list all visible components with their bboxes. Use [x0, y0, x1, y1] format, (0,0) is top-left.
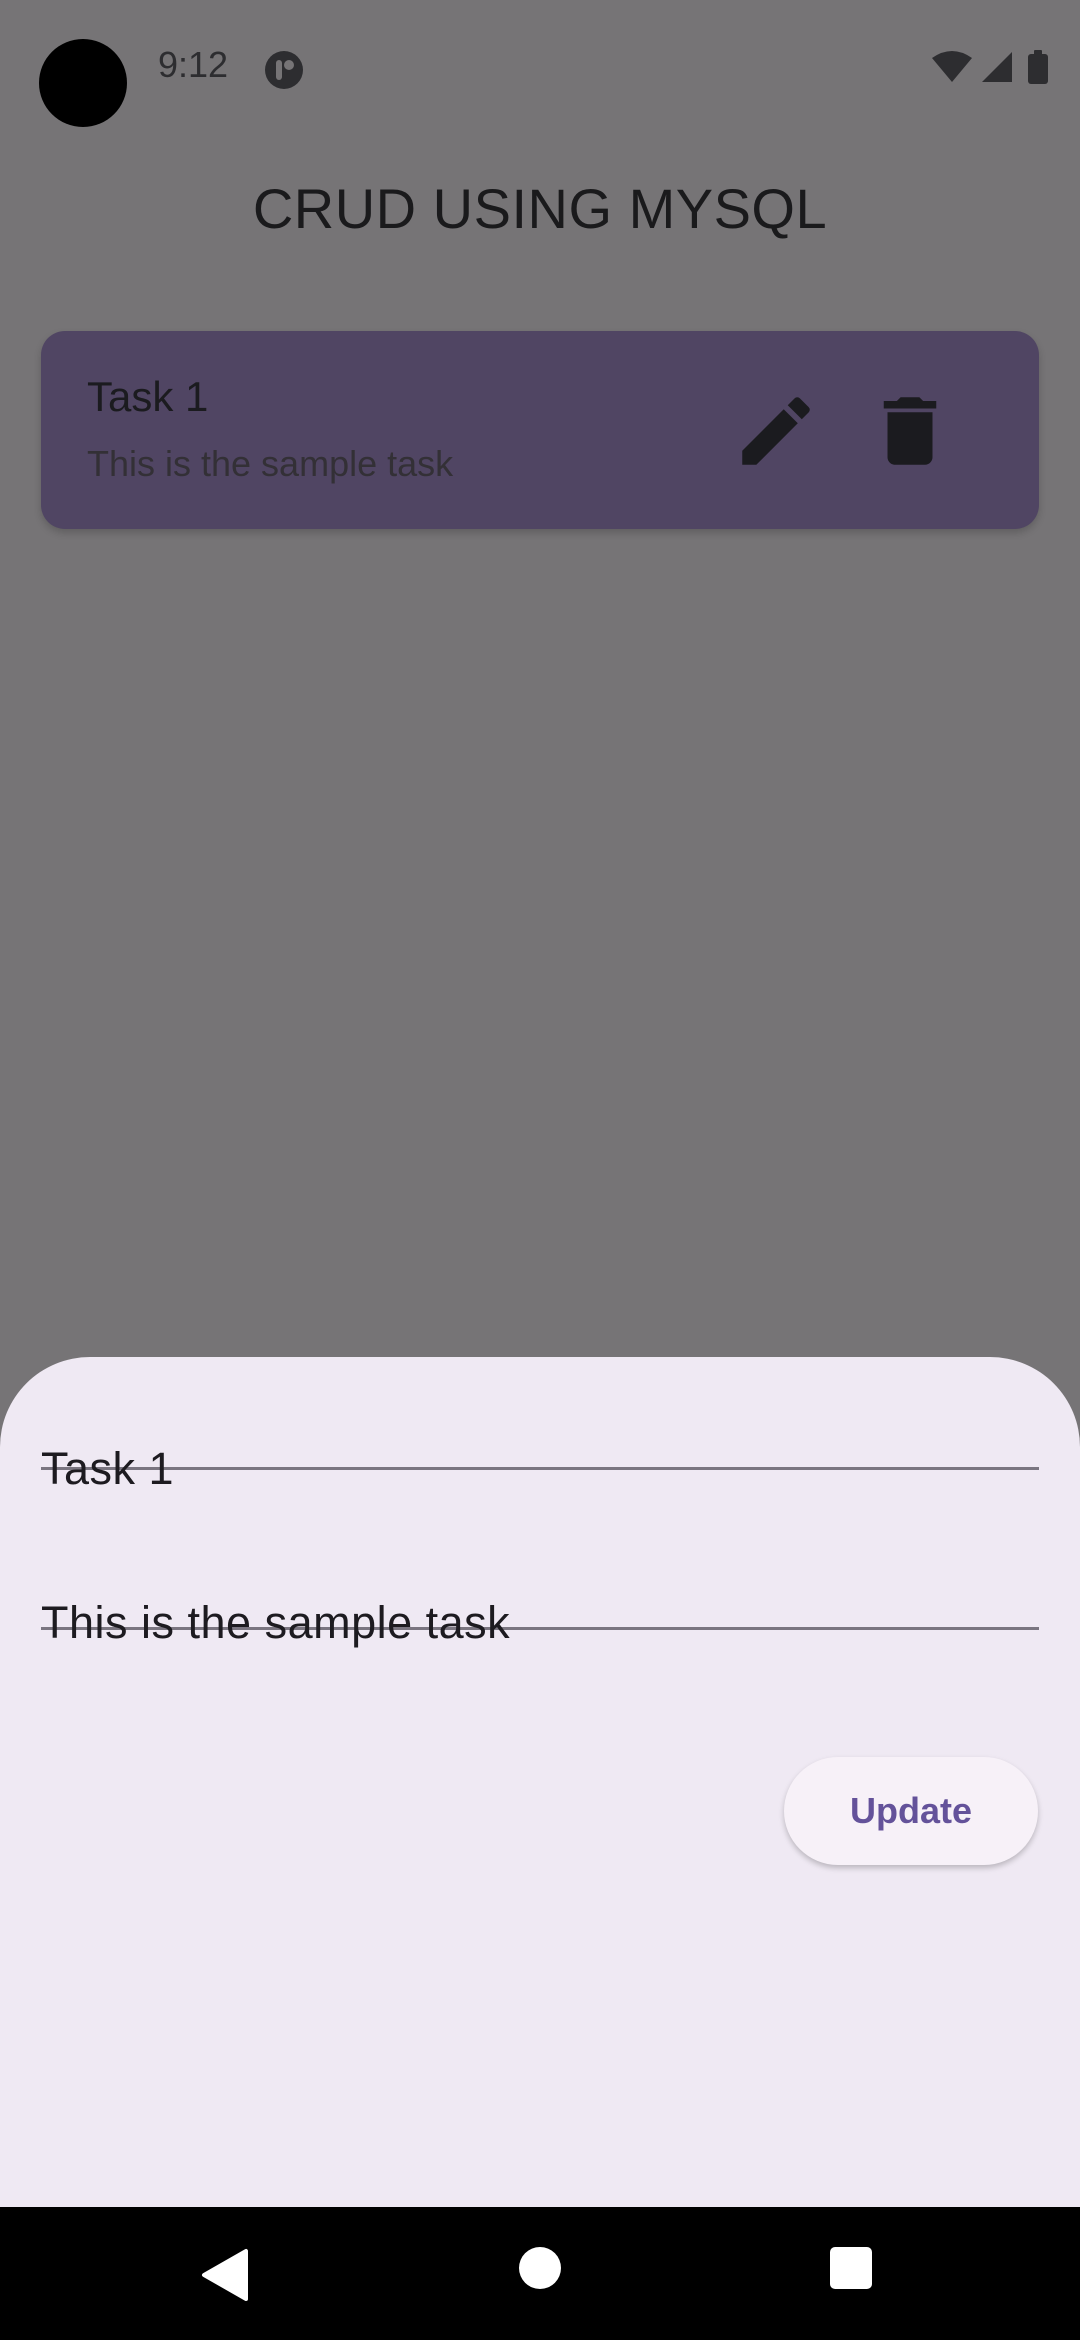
status-bar: 9:12: [0, 0, 1080, 140]
cellular-signal-icon: [982, 52, 1012, 82]
back-icon[interactable]: [200, 2247, 252, 2303]
title-field[interactable]: [41, 1357, 1039, 1497]
description-field[interactable]: [41, 1517, 1039, 1651]
recents-icon[interactable]: [830, 2247, 872, 2289]
edit-icon[interactable]: [731, 386, 821, 476]
status-time: 9:12: [158, 44, 229, 85]
camera-cutout: [39, 39, 127, 127]
app-title: CRUD USING MYSQL: [252, 177, 828, 240]
home-icon[interactable]: [519, 2247, 561, 2289]
edit-bottom-sheet: Update: [0, 1357, 1080, 2207]
wifi-icon: [932, 51, 972, 82]
update-button[interactable]: Update: [784, 1757, 1038, 1865]
task-description: This is the sample task: [87, 443, 454, 484]
battery-icon: [1028, 50, 1048, 84]
system-status-icons: [932, 50, 1048, 84]
description-input[interactable]: [41, 1595, 1039, 1651]
task-title: Task 1: [87, 373, 209, 420]
title-input[interactable]: [41, 1441, 1039, 1497]
app-notification-icon: [265, 51, 303, 89]
delete-icon[interactable]: [865, 386, 955, 476]
task-card[interactable]: Task 1 This is the sample task: [41, 331, 1039, 529]
navigation-bar: [0, 2207, 1080, 2340]
